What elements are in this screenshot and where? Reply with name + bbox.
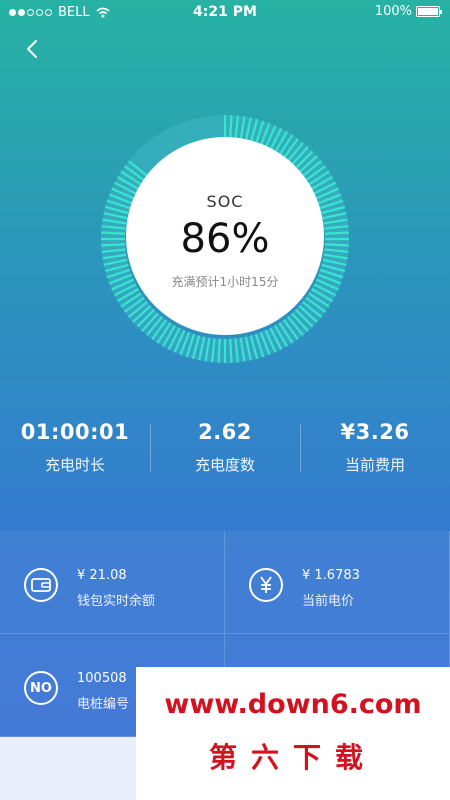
wallet-balance-label: 钱包实时余额 xyxy=(77,594,156,609)
gauge-tick xyxy=(101,231,126,235)
gauge-tick xyxy=(324,243,349,247)
battery-percent: 100% xyxy=(374,4,412,19)
battery-icon xyxy=(416,6,442,17)
pile-number-label: 电桩编号 xyxy=(77,697,130,712)
gauge-tick xyxy=(324,231,349,235)
stat-energy-value: 2.62 xyxy=(198,420,252,444)
gauge-tick xyxy=(229,338,233,363)
watermark-url: www.down6.com xyxy=(164,689,422,720)
stat-cost: ¥3.26 当前费用 xyxy=(300,420,450,480)
gauge-tick xyxy=(101,243,126,247)
stat-energy-label: 充电度数 xyxy=(194,456,255,474)
gauge-tick xyxy=(229,115,233,140)
battery-status: 100% xyxy=(374,4,442,19)
status-bar: BELL 4:21 PM 100% xyxy=(0,0,450,26)
electricity-price-label: 当前电价 xyxy=(302,594,355,609)
soc-value: 86% xyxy=(180,216,270,262)
pile-number-value: 100508 xyxy=(77,671,127,686)
electricity-price-value: ¥ 1.6783 xyxy=(302,568,360,583)
watermark-name: 第六下载 xyxy=(208,741,377,774)
stat-cost-label: 当前费用 xyxy=(344,456,405,474)
wallet-icon xyxy=(24,568,58,602)
charge-eta: 充满预计1小时15分 xyxy=(171,275,279,289)
stat-duration-value: 01:00:01 xyxy=(20,420,130,444)
charging-stats: 01:00:01 充电时长 2.62 充电度数 ¥3.26 当前费用 xyxy=(0,420,450,480)
soc-label: SOC xyxy=(206,192,244,211)
stat-duration-label: 充电时长 xyxy=(44,456,105,474)
electricity-price-card[interactable]: ¥ 1.6783 当前电价 xyxy=(225,531,450,634)
stat-duration: 01:00:01 充电时长 xyxy=(0,420,150,480)
stat-energy: 2.62 充电度数 xyxy=(150,420,300,480)
number-icon: NO xyxy=(24,671,58,705)
yen-icon xyxy=(249,568,283,602)
wallet-balance-value: ¥ 21.08 xyxy=(77,568,127,583)
soc-gauge-center: SOC 86% 充满预计1小时15分 xyxy=(126,137,324,335)
wallet-balance-card[interactable]: ¥ 21.08 钱包实时余额 xyxy=(0,531,225,634)
stat-cost-value: ¥3.26 xyxy=(340,420,410,444)
back-icon[interactable] xyxy=(20,36,46,62)
watermark: www.down6.com 第六下载 xyxy=(136,667,450,800)
gauge-tick xyxy=(217,338,221,363)
